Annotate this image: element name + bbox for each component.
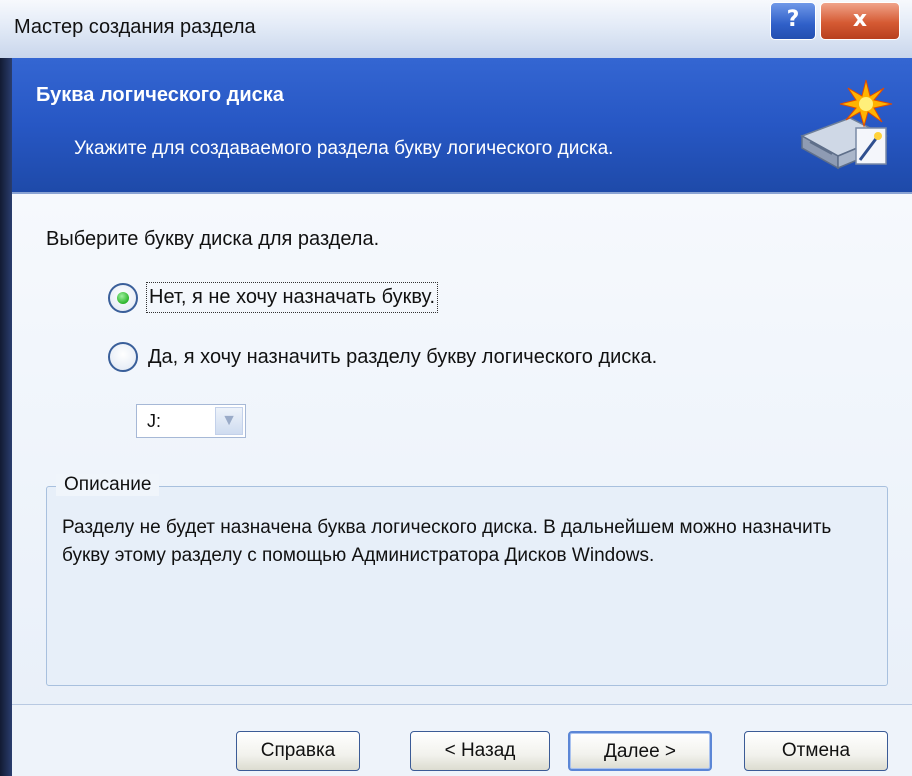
drive-letter-select[interactable]: J: ▼: [136, 404, 246, 438]
prompt-text: Выберите букву диска для раздела.: [46, 228, 380, 250]
option-assign-letter-label[interactable]: Да, я хочу назначить разделу букву логич…: [146, 343, 659, 372]
wizard-body: Буква логического диска Укажите для созд…: [12, 58, 912, 776]
window-title: Мастер создания раздела: [14, 16, 256, 38]
title-bar[interactable]: Мастер создания раздела ? x: [0, 0, 912, 59]
chevron-down-icon[interactable]: ▼: [215, 407, 243, 435]
close-button[interactable]: x: [820, 2, 900, 40]
next-button[interactable]: Далее >: [568, 731, 712, 771]
help-title-button[interactable]: ?: [770, 2, 816, 40]
wizard-window: Мастер создания раздела ? x Буква логиче…: [0, 0, 912, 776]
option-no-letter-label[interactable]: Нет, я не хочу назначать букву.: [146, 282, 439, 313]
page-title: Буква логического диска: [36, 84, 284, 106]
question-icon: ?: [786, 7, 800, 32]
help-button[interactable]: Справка: [236, 731, 360, 771]
radio-no-letter[interactable]: [108, 282, 138, 313]
description-legend: Описание: [56, 474, 160, 496]
wizard-header: Буква логического диска Укажите для созд…: [12, 58, 912, 194]
wand-icon: [855, 127, 887, 165]
close-icon: x: [852, 7, 868, 32]
cancel-button[interactable]: Отмена: [744, 731, 888, 771]
option-no-letter[interactable]: Нет, я не хочу назначать букву.: [108, 282, 439, 313]
disk-wizard-icon: [800, 79, 893, 170]
page-subtitle: Укажите для создаваемого раздела букву л…: [74, 138, 614, 159]
option-assign-letter[interactable]: Да, я хочу назначить разделу букву логич…: [108, 342, 659, 372]
spark-icon: [839, 79, 893, 128]
drive-letter-value: J:: [147, 410, 162, 431]
description-text: Разделу не будет назначена буква логичес…: [62, 517, 832, 566]
wizard-content: Выберите букву диска для раздела. Нет, я…: [12, 194, 912, 704]
back-button[interactable]: < Назад: [410, 731, 550, 771]
wizard-footer: Справка < Назад Далее > Отмена: [12, 704, 912, 776]
background-strip: [0, 58, 12, 776]
radio-selected-dot: [117, 291, 129, 304]
radio-assign-letter[interactable]: [108, 342, 138, 372]
